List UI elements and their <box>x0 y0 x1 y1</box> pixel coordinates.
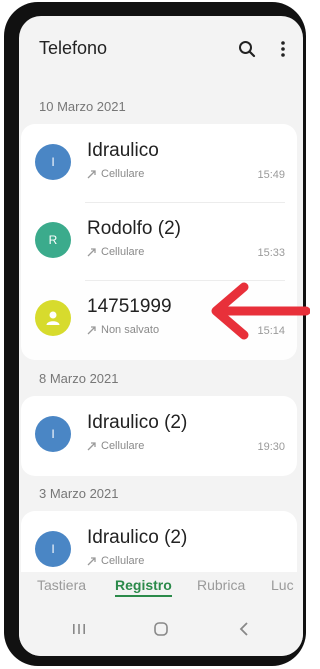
call-time: 15:33 <box>257 247 285 259</box>
call-type-icon <box>87 170 96 179</box>
contact-name: Idraulico (2) <box>87 412 188 433</box>
page-title: Telefono <box>39 38 108 58</box>
divider <box>85 202 285 203</box>
call-info: Cellulare <box>87 168 144 180</box>
contact-name: 14751999 <box>87 296 172 317</box>
bottom-tabs: Tastiera Registro Rubrica Luc <box>19 572 303 606</box>
number-type: Cellulare <box>101 555 145 567</box>
date-header: 3 Marzo 2021 <box>39 486 119 501</box>
tab-registro[interactable]: Registro <box>115 577 172 597</box>
contact-name: Idraulico <box>87 140 159 161</box>
call-info: Cellulare <box>87 440 144 452</box>
search-icon[interactable] <box>238 40 256 58</box>
call-log-item[interactable]: I Idraulico (2) Cellulare <box>21 511 297 572</box>
annotation-arrow-icon <box>211 282 310 340</box>
recent-apps-icon[interactable] <box>71 622 87 636</box>
number-type: Cellulare <box>101 246 145 258</box>
person-avatar-icon <box>35 300 71 336</box>
number-type: Cellulare <box>101 440 145 452</box>
call-log-item[interactable]: I Idraulico (2) Cellulare 19:30 <box>21 396 297 476</box>
tab-luc[interactable]: Luc <box>271 577 294 593</box>
tab-tastiera[interactable]: Tastiera <box>37 577 86 593</box>
contact-name: Rodolfo (2) <box>87 218 181 239</box>
call-log-item[interactable]: R Rodolfo (2) Cellulare 15:33 <box>21 202 297 280</box>
avatar: I <box>35 416 71 452</box>
number-type: Cellulare <box>101 168 145 180</box>
avatar: R <box>35 222 71 258</box>
avatar: I <box>35 531 71 567</box>
more-vert-icon[interactable] <box>274 40 292 58</box>
avatar: I <box>35 144 71 180</box>
call-type-icon <box>87 442 96 451</box>
call-time: 19:30 <box>257 441 285 453</box>
call-type-icon <box>87 557 96 566</box>
number-type: Non salvato <box>101 324 160 336</box>
call-type-icon <box>87 326 96 335</box>
home-icon[interactable] <box>153 622 169 636</box>
app-bar: Telefono <box>19 16 303 88</box>
contact-name: Idraulico (2) <box>87 527 188 548</box>
call-info: Cellulare <box>87 246 144 258</box>
call-info: Cellulare <box>87 555 144 567</box>
call-info: Non salvato <box>87 324 159 336</box>
tab-rubrica[interactable]: Rubrica <box>197 577 245 593</box>
divider <box>85 280 285 281</box>
call-time: 15:49 <box>257 169 285 181</box>
call-log-item[interactable]: I Idraulico Cellulare 15:49 <box>21 124 297 202</box>
back-icon[interactable] <box>237 622 253 636</box>
system-nav-bar <box>19 608 303 656</box>
call-type-icon <box>87 248 96 257</box>
date-header: 8 Marzo 2021 <box>39 371 119 386</box>
date-header: 10 Marzo 2021 <box>39 99 126 114</box>
